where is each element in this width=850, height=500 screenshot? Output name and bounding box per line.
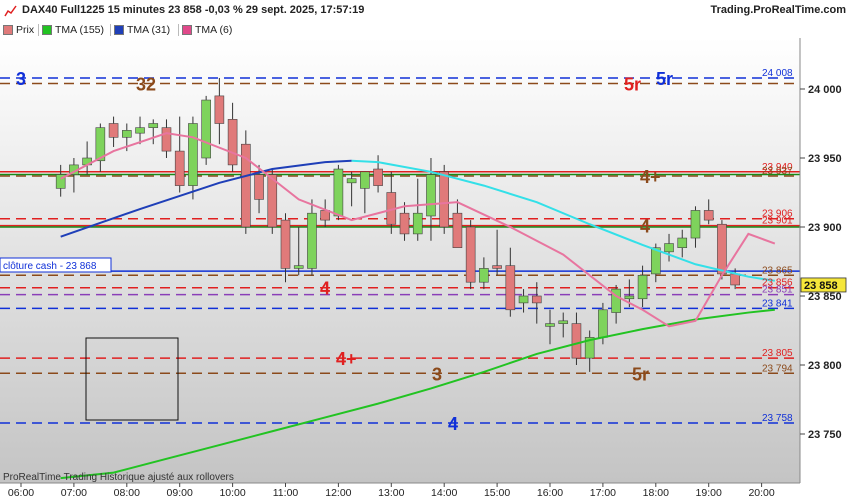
x-tick-label: 19:00 — [696, 487, 722, 499]
candle-down — [108, 123, 119, 138]
footer-note: ProRealTime Trading Historique ajusté au… — [3, 472, 234, 483]
level-marker: 4+ — [336, 349, 357, 369]
candle-down — [730, 273, 740, 286]
level-price-label: 24 008 — [762, 68, 793, 79]
x-tick-label: 14:00 — [431, 487, 457, 499]
candle-down — [492, 265, 502, 269]
level-price-label: 23 901 — [762, 216, 793, 227]
candle-up — [307, 212, 317, 269]
x-tick-label: 08:00 — [114, 487, 140, 499]
close-label-box: clôture cash - 23 868 — [0, 257, 112, 273]
candle-up — [479, 268, 489, 283]
x-tick-label: 18:00 — [643, 487, 669, 499]
candle-down — [439, 171, 450, 228]
candle-up — [346, 178, 357, 184]
candle-up — [122, 130, 132, 138]
candle-down — [227, 119, 238, 166]
x-tick-label: 13:00 — [378, 487, 404, 499]
candle-up — [360, 171, 370, 189]
level-price-label: 23 851 — [762, 285, 793, 296]
level-price-label: 23 841 — [762, 298, 793, 309]
x-tick-label: 06:00 — [8, 487, 34, 499]
candle-up — [664, 243, 674, 253]
level-price-label: 23 937 — [762, 166, 793, 177]
level-price-label: 23 805 — [762, 348, 793, 359]
candle-down — [254, 174, 264, 200]
level-price-label: 23 794 — [762, 363, 793, 374]
candle-down — [214, 95, 225, 124]
candle-down — [505, 265, 516, 311]
candle-up — [518, 295, 529, 304]
candle-down — [465, 226, 476, 283]
x-tick-label: 20:00 — [748, 487, 774, 499]
candle-up — [545, 323, 555, 327]
x-tick-label: 12:00 — [325, 487, 351, 499]
candle-up — [412, 212, 423, 235]
candle-down — [399, 212, 410, 235]
level-marker: 32 — [136, 74, 156, 94]
y-tick-label: 23 950 — [808, 153, 842, 165]
candle-up — [677, 237, 688, 248]
level-price-label: 23 758 — [762, 413, 793, 424]
level-marker: 4 — [448, 414, 458, 434]
candle-up — [598, 309, 608, 338]
candle-down — [373, 168, 383, 186]
price-chart[interactable]: 23 750 23 800 23 850 23 900 23 950 24 000 06:0… — [0, 0, 850, 500]
level-price-label: 23 865 — [762, 265, 793, 276]
level-marker: 4 — [640, 217, 650, 237]
candle-down — [161, 127, 172, 152]
candle-up — [690, 210, 701, 239]
x-tick-label: 16:00 — [537, 487, 563, 499]
y-tick-label: 23 850 — [808, 291, 842, 303]
x-tick-label: 11:00 — [273, 487, 299, 499]
x-tick-label: 15:00 — [484, 487, 510, 499]
close-label: clôture cash - 23 868 — [3, 261, 97, 272]
x-tick-label: 10:00 — [219, 487, 245, 499]
y-tick-label: 23 750 — [808, 429, 842, 441]
level-marker: 5r — [624, 74, 641, 94]
level-marker: 3 — [16, 69, 26, 89]
candle-up — [135, 127, 145, 134]
last-price-label: 23 858 — [804, 280, 838, 292]
candle-up — [188, 123, 198, 186]
level-marker: 5r — [632, 364, 649, 384]
candle-up — [426, 174, 436, 217]
y-tick-label: 24 000 — [808, 84, 842, 96]
x-tick-label: 17:00 — [590, 487, 616, 499]
candle-down — [280, 219, 291, 269]
y-tick-label: 23 900 — [808, 222, 842, 234]
level-marker: 5r — [656, 69, 673, 89]
plot-background — [0, 38, 800, 483]
candle-up — [558, 320, 569, 324]
x-tick-label: 07:00 — [61, 487, 87, 499]
candle-down — [703, 210, 714, 221]
candle-up — [148, 123, 159, 128]
candle-down — [174, 150, 185, 186]
candle-up — [624, 295, 635, 300]
candle-up — [333, 168, 344, 217]
x-tick-label: 09:00 — [167, 487, 193, 499]
candle-up — [293, 265, 304, 269]
level-marker: 3 — [432, 364, 442, 384]
candle-up — [637, 274, 648, 300]
y-tick-label: 23 800 — [808, 360, 842, 372]
candle-down — [571, 323, 582, 359]
candle-up — [201, 99, 211, 159]
candle-down — [452, 212, 463, 248]
candle-down — [531, 295, 542, 304]
level-marker: 4+ — [640, 167, 661, 187]
level-marker: 4 — [320, 279, 330, 299]
candle-down — [717, 223, 727, 275]
